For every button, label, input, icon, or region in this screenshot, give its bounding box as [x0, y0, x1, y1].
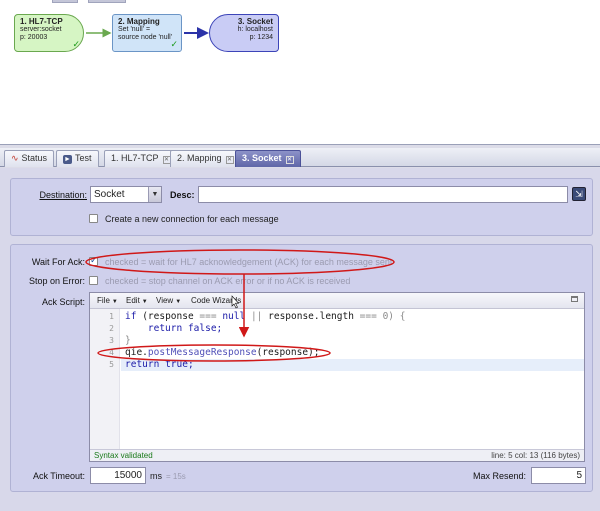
code-line-3: } — [125, 335, 131, 346]
code-token: === — [199, 311, 217, 322]
menu-code-wizards[interactable]: Code Wizards — [191, 296, 241, 305]
editor-toolbar: File ▼ Edit ▼ View ▼ Code Wizards — [90, 293, 584, 309]
ack-timeout-input[interactable]: 15000 — [90, 467, 146, 484]
tab-mapping[interactable]: 2. Mapping ✕ — [170, 150, 241, 167]
code-token: postMessageResponse — [147, 347, 257, 358]
menu-label: Edit — [126, 296, 140, 305]
chevron-down-icon: ▼ — [175, 299, 182, 305]
tab-label: 1. HL7-TCP — [111, 153, 159, 163]
tab-label: Test — [75, 153, 92, 163]
code-token: === — [359, 311, 377, 322]
code-token: null — [222, 311, 246, 322]
node-line: p: 1234 — [249, 34, 273, 41]
code-token: 0) — [382, 311, 395, 322]
code-line-4: qie.postMessageResponse(response); — [125, 347, 320, 358]
pulse-icon: ∿ — [11, 153, 19, 163]
check-icon: ✓ — [72, 39, 80, 49]
line-number: 2 — [109, 324, 114, 333]
tab-test[interactable]: ► Test — [56, 150, 99, 167]
node-line: h: localhost — [237, 26, 273, 33]
code-token: (response); — [256, 347, 320, 358]
code-area[interactable]: if (response === null || response.length… — [121, 309, 584, 451]
code-token: qie — [125, 347, 143, 358]
close-icon[interactable]: ✕ — [225, 156, 234, 164]
maximize-icon[interactable] — [571, 296, 578, 302]
expand-icon[interactable]: ⇲ — [572, 187, 586, 201]
new-connection-checkbox[interactable] — [89, 214, 98, 223]
code-token: return — [125, 359, 160, 370]
check-icon: ✓ — [170, 39, 178, 49]
code-token: response.length — [268, 311, 354, 322]
tab-hl7-tcp[interactable]: 1. HL7-TCP ✕ — [104, 150, 178, 167]
menu-label: View — [156, 296, 174, 305]
code-line-2: return false; — [125, 323, 222, 334]
menu-view[interactable]: View ▼ — [156, 296, 181, 305]
line-number: 1 — [109, 312, 114, 321]
max-resend-input[interactable]: 5 — [531, 467, 586, 484]
chevron-down-icon: ▼ — [141, 299, 148, 305]
code-token: return — [147, 323, 183, 334]
code-line-1: if (response === null || response.length… — [125, 311, 405, 322]
tab-label: 2. Mapping — [177, 153, 222, 163]
menu-edit[interactable]: Edit ▼ — [126, 296, 148, 305]
code-line-5: return true; — [125, 359, 194, 370]
line-number: 5 — [109, 360, 114, 369]
code-token: (response — [142, 311, 194, 322]
syntax-status: Syntax validated — [94, 451, 153, 460]
chevron-down-icon: ▼ — [111, 299, 118, 305]
tab-label: 3. Socket — [242, 153, 282, 163]
tab-label: Status — [21, 153, 48, 163]
stop-on-error-label: Stop on Error: — [28, 276, 85, 286]
cursor-position: line: 5 col: 13 (116 bytes) — [491, 451, 580, 460]
desc-label: Desc: — [170, 190, 195, 200]
flow-node-mapping[interactable]: 2. Mapping Set 'null' = source node 'nul… — [112, 14, 182, 52]
menu-label: File — [97, 296, 110, 305]
wait-for-ack-checkbox[interactable] — [89, 255, 98, 266]
node-line: Set 'null' = — [118, 26, 151, 33]
node-title: 3. Socket — [237, 17, 273, 26]
node-title: 2. Mapping — [118, 17, 160, 26]
ack-script-editor[interactable]: File ▼ Edit ▼ View ▼ Code Wizards 1 2 3 4 5… — [89, 292, 585, 462]
max-resend-label: Max Resend: — [472, 471, 526, 481]
node-line: server:socket — [20, 26, 62, 33]
tab-status[interactable]: ∿ Status — [4, 150, 55, 167]
wait-for-ack-label: Wait For Ack: — [31, 257, 85, 267]
destination-panel: Destination: Socket ▼ Desc: ⇲ Create a n… — [10, 178, 593, 236]
flow-node-hl7-tcp[interactable]: 1. HL7-TCP server:socket p: 20003 ✓ — [14, 14, 84, 52]
ack-timeout-hint: = 15s — [166, 472, 186, 481]
channel-flow-canvas: 1. HL7-TCP server:socket p: 20003 ✓ 2. M… — [0, 0, 600, 145]
chevron-down-icon[interactable]: ▼ — [148, 187, 161, 202]
flow-connectors — [86, 27, 209, 39]
editor-status-bar: Syntax validated line: 5 col: 13 (116 by… — [90, 449, 584, 461]
desc-input[interactable] — [198, 186, 568, 203]
close-icon[interactable]: ✕ — [285, 156, 294, 164]
stop-on-error-checkbox[interactable] — [89, 276, 98, 285]
ack-script-label: Ack Script: — [41, 297, 85, 307]
code-token: false; — [187, 323, 223, 334]
menu-label: Code Wizards — [191, 296, 242, 305]
tab-socket[interactable]: 3. Socket ✕ — [235, 150, 301, 167]
stop-on-error-hint: checked = stop channel on ACK error or i… — [105, 276, 351, 286]
destination-label: Destination: — [39, 190, 87, 200]
flow-node-socket[interactable]: 3. Socket h: localhost p: 1234 — [209, 14, 279, 52]
line-number: 4 — [109, 348, 114, 357]
destination-select[interactable]: Socket ▼ — [90, 186, 162, 203]
code-token: if — [125, 311, 137, 322]
destination-select-value: Socket — [94, 189, 125, 200]
menu-file[interactable]: File ▼ — [97, 296, 118, 305]
node-line: source node 'null' — [118, 34, 173, 41]
test-icon: ► — [63, 155, 72, 164]
new-connection-label: Create a new connection for each message — [105, 214, 279, 224]
code-token: || — [250, 311, 263, 322]
code-token: { — [399, 311, 406, 322]
editor-tab-bar: ∿ Status ► Test 1. HL7-TCP ✕ 2. Mapping ✕ 3.… — [0, 148, 600, 167]
node-line: p: 20003 — [20, 34, 48, 41]
code-token: true; — [165, 359, 194, 370]
wait-for-ack-hint: checked = wait for HL7 acknowledgement (… — [105, 257, 393, 267]
node-title: 1. HL7-TCP — [20, 17, 63, 26]
line-number-gutter: 1 2 3 4 5 — [90, 309, 120, 451]
ack-timeout-unit: ms — [150, 471, 162, 481]
line-number: 3 — [109, 336, 114, 345]
ack-timeout-label: Ack Timeout: — [32, 471, 85, 481]
